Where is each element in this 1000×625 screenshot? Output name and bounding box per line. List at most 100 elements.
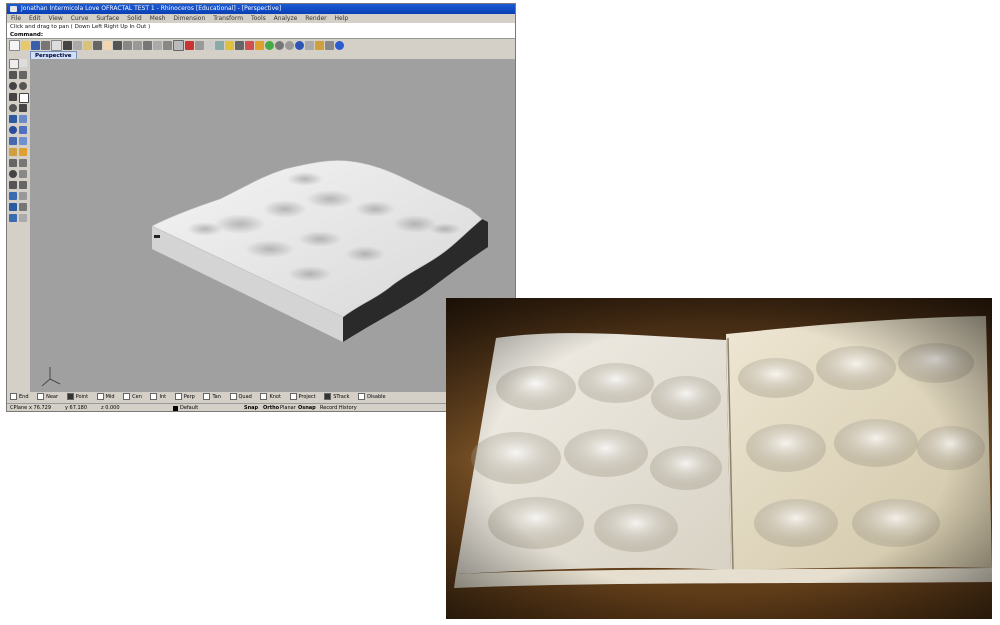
undo-view-icon[interactable] [163, 41, 172, 50]
ellipse-icon[interactable] [19, 82, 27, 90]
wireframe-icon[interactable] [275, 41, 284, 50]
osnap-mid[interactable]: Mid [96, 393, 115, 402]
record-history-toggle[interactable]: Record History [320, 404, 357, 413]
checkbox-checked[interactable] [324, 393, 332, 400]
menu-edit[interactable]: Edit [29, 15, 41, 22]
osnap-int[interactable]: Int [150, 393, 166, 402]
copy-icon[interactable] [73, 41, 82, 50]
status-layer[interactable]: Default [180, 404, 198, 413]
osnap-project[interactable]: Project [289, 393, 316, 402]
planar-toggle[interactable]: Planar [280, 404, 296, 413]
polyline-icon[interactable] [9, 71, 17, 79]
mirror-icon[interactable] [9, 181, 17, 189]
checkbox[interactable] [10, 393, 17, 400]
text-icon[interactable] [19, 192, 27, 200]
color-wheel-icon[interactable] [265, 41, 274, 50]
gear-icon[interactable] [315, 41, 324, 50]
split-icon[interactable] [19, 148, 27, 156]
osnap-perp[interactable]: Perp [174, 393, 195, 402]
checkbox[interactable] [289, 393, 297, 400]
surface-icon[interactable] [9, 115, 17, 123]
osnap-point[interactable]: Point [66, 393, 88, 402]
osnap-toggle[interactable]: Osnap [298, 404, 316, 413]
box-icon[interactable] [9, 137, 17, 145]
menu-curve[interactable]: Curve [71, 15, 89, 22]
menu-solid[interactable]: Solid [127, 15, 142, 22]
fillet-icon[interactable] [19, 104, 27, 112]
checkbox[interactable] [229, 393, 237, 400]
ortho-toggle[interactable]: Ortho [263, 404, 279, 413]
title-bar[interactable]: Jonathan Intermicola Love OFRACTAL TEST … [7, 4, 515, 14]
zoom-selected-icon[interactable] [153, 41, 162, 50]
checkbox[interactable] [260, 393, 268, 400]
layer-color-swatch[interactable] [173, 406, 178, 411]
boolean-icon[interactable] [9, 148, 17, 156]
osnap-quad[interactable]: Quad [229, 393, 252, 402]
osnap-end[interactable]: End [10, 393, 29, 402]
analyze-icon[interactable] [9, 203, 17, 211]
menu-tools[interactable]: Tools [251, 15, 266, 22]
move-icon[interactable] [9, 159, 17, 167]
perspective-viewport[interactable] [30, 59, 515, 392]
osnap-strack[interactable]: STrack [324, 393, 349, 402]
polygon-icon[interactable] [9, 104, 17, 112]
menu-dimension[interactable]: Dimension [173, 15, 205, 22]
menu-mesh[interactable]: Mesh [150, 15, 166, 22]
pan-hand-icon[interactable] [103, 41, 112, 50]
arc-icon[interactable] [9, 93, 17, 101]
command-prompt[interactable]: Command: [7, 31, 515, 39]
menu-view[interactable]: View [49, 15, 63, 22]
menu-file[interactable]: File [11, 15, 21, 22]
cplane-icon[interactable] [195, 41, 204, 50]
group-icon[interactable] [19, 203, 27, 211]
copy-object-icon[interactable] [19, 159, 27, 167]
properties-icon[interactable] [255, 41, 264, 50]
checkbox[interactable] [358, 393, 366, 400]
undo-icon[interactable] [93, 41, 102, 50]
car-icon[interactable] [185, 41, 194, 50]
grid-icon[interactable] [205, 41, 214, 50]
array-icon[interactable] [19, 181, 27, 189]
rotate-view-icon[interactable] [113, 41, 122, 50]
loft-icon[interactable] [19, 115, 27, 123]
circle-icon[interactable] [9, 82, 17, 90]
render-tool-icon[interactable] [9, 214, 17, 222]
scale-icon[interactable] [19, 170, 27, 178]
osnap-knot[interactable]: Knot [260, 393, 281, 402]
extrude-icon[interactable] [19, 126, 27, 134]
checkbox[interactable] [37, 393, 45, 400]
new-file-icon[interactable] [9, 40, 20, 51]
menu-surface[interactable]: Surface [96, 15, 119, 22]
checkbox[interactable] [150, 393, 158, 400]
toolbar-layout-icon[interactable] [325, 41, 334, 50]
paste-icon[interactable] [83, 41, 92, 50]
zoom-extents-icon[interactable] [143, 41, 152, 50]
menu-transform[interactable]: Transform [213, 15, 243, 22]
osnap-cen[interactable]: Cen [123, 393, 142, 402]
options-icon[interactable] [305, 41, 314, 50]
checkbox[interactable] [174, 393, 182, 400]
sphere-icon[interactable] [9, 126, 17, 134]
zoom-window-icon[interactable] [133, 41, 142, 50]
cut-icon[interactable] [63, 41, 72, 50]
print-icon[interactable] [41, 41, 50, 50]
menu-help[interactable]: Help [335, 15, 349, 22]
select-arrow-icon[interactable] [9, 59, 19, 69]
checkbox[interactable] [203, 393, 211, 400]
select-icon[interactable] [215, 41, 224, 50]
more-tools-icon[interactable] [19, 214, 27, 222]
shaded-icon[interactable] [285, 41, 294, 50]
render-icon[interactable] [295, 41, 304, 50]
mesh-icon[interactable] [19, 137, 27, 145]
rectangle-icon[interactable] [19, 93, 29, 103]
open-file-icon[interactable] [21, 41, 30, 50]
lock-icon[interactable] [235, 41, 244, 50]
point-icon[interactable] [19, 59, 27, 67]
menu-render[interactable]: Render [305, 15, 326, 22]
zoom-icon[interactable] [123, 41, 132, 50]
dimension-icon[interactable] [9, 192, 17, 200]
checkbox[interactable] [123, 393, 131, 400]
osnap-tan[interactable]: Tan [203, 393, 221, 402]
rotate-icon[interactable] [9, 170, 17, 178]
osnap-disable[interactable]: Disable [358, 393, 386, 402]
